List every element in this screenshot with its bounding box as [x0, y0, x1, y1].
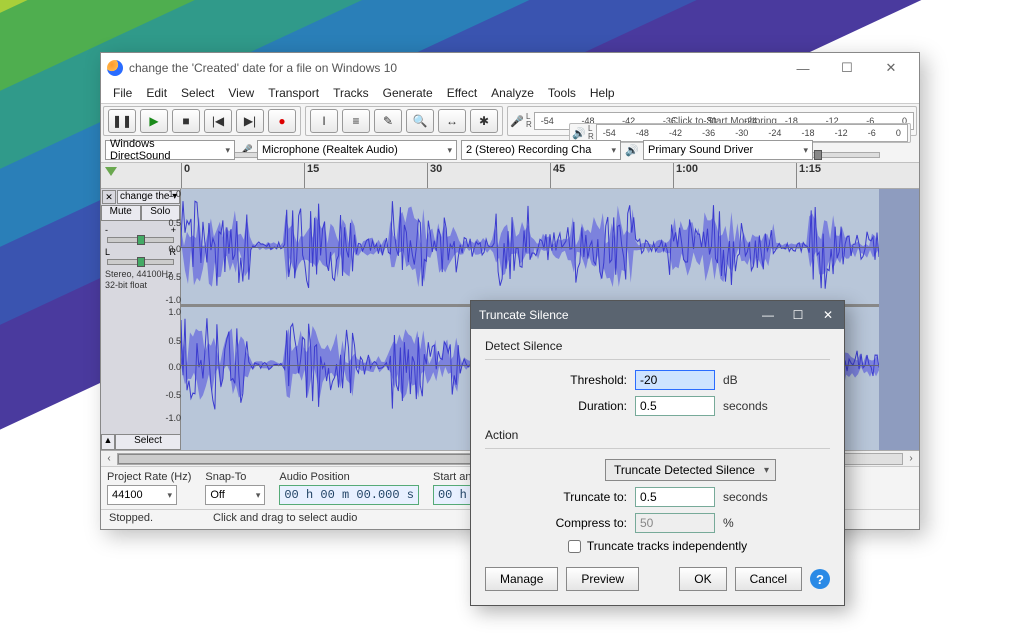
compress-to-label: Compress to:: [485, 516, 635, 530]
play-speaker-icon[interactable]: 🔊: [572, 127, 586, 140]
truncate-to-label: Truncate to:: [485, 490, 635, 504]
pan-slider[interactable]: [107, 259, 174, 265]
play-button[interactable]: ▶: [140, 109, 168, 133]
skip-end-button[interactable]: ▶|: [236, 109, 264, 133]
device-toolbar: Windows DirectSound 🎤 Microphone (Realte…: [101, 138, 919, 163]
menu-analyze[interactable]: Analyze: [485, 86, 540, 100]
playhead-pin-icon[interactable]: [105, 167, 117, 176]
project-rate-label: Project Rate (Hz): [107, 471, 191, 483]
cancel-button[interactable]: Cancel: [735, 567, 802, 591]
threshold-label: Threshold:: [485, 373, 635, 387]
threshold-unit: dB: [723, 373, 738, 387]
dialog-maximize-button[interactable]: ☐: [790, 308, 806, 322]
ok-button[interactable]: OK: [679, 567, 726, 591]
stop-button[interactable]: ■: [172, 109, 200, 133]
dialog-title: Truncate Silence: [479, 308, 569, 322]
selection-tool-icon[interactable]: I: [310, 109, 338, 133]
zoom-tool-icon[interactable]: 🔍: [406, 109, 434, 133]
pause-button[interactable]: ❚❚: [108, 109, 136, 133]
record-device-dropdown[interactable]: Microphone (Realtek Audio): [257, 140, 457, 160]
project-rate-dropdown[interactable]: 44100: [107, 485, 177, 505]
compress-to-input: [635, 513, 715, 533]
skip-start-button[interactable]: |◀: [204, 109, 232, 133]
close-button[interactable]: ✕: [869, 54, 913, 82]
duration-unit: seconds: [723, 399, 768, 413]
record-channels-dropdown[interactable]: 2 (Stereo) Recording Cha: [461, 140, 621, 160]
menu-tracks[interactable]: Tracks: [327, 86, 375, 100]
maximize-button[interactable]: ☐: [825, 54, 869, 82]
record-button[interactable]: ●: [268, 109, 296, 133]
app-icon: [107, 60, 123, 76]
audio-position-field[interactable]: 00 h 00 m 00.000 s: [279, 485, 419, 505]
track-vscroll-gutter: [879, 189, 919, 450]
window-title: change the 'Created' date for a file on …: [129, 61, 397, 75]
scroll-right-icon[interactable]: ›: [903, 453, 919, 464]
playback-device-dropdown[interactable]: Primary Sound Driver: [643, 140, 813, 160]
help-icon[interactable]: ?: [810, 569, 830, 589]
menubar: File Edit Select View Transport Tracks G…: [101, 83, 919, 103]
menu-edit[interactable]: Edit: [140, 86, 173, 100]
menu-generate[interactable]: Generate: [377, 86, 439, 100]
independent-checkbox[interactable]: [568, 540, 581, 553]
independent-checkbox-label[interactable]: Truncate tracks independently: [568, 539, 747, 553]
scroll-left-icon[interactable]: ‹: [101, 453, 117, 464]
playback-status: Stopped.: [109, 512, 153, 527]
meter-lr-label: LR: [526, 113, 532, 129]
detect-silence-group-label: Detect Silence: [485, 339, 830, 353]
dialog-minimize-button[interactable]: —: [760, 308, 776, 322]
track-collapse-icon[interactable]: ▲: [101, 434, 115, 450]
titlebar: change the 'Created' date for a file on …: [101, 53, 919, 83]
multi-tool-icon[interactable]: ✱: [470, 109, 498, 133]
timeline-ruler[interactable]: 01530451:001:15: [101, 163, 919, 189]
menu-help[interactable]: Help: [584, 86, 621, 100]
duration-input[interactable]: [635, 396, 715, 416]
draw-tool-icon[interactable]: ✎: [374, 109, 402, 133]
action-mode-dropdown[interactable]: Truncate Detected Silence: [605, 459, 776, 481]
menu-select[interactable]: Select: [175, 86, 220, 100]
truncate-to-input[interactable]: [635, 487, 715, 507]
menu-tools[interactable]: Tools: [542, 86, 582, 100]
dialog-close-button[interactable]: ✕: [820, 308, 836, 322]
duration-label: Duration:: [485, 399, 635, 413]
snap-to-dropdown[interactable]: Off: [205, 485, 265, 505]
mute-button[interactable]: Mute: [101, 205, 141, 221]
menu-file[interactable]: File: [107, 86, 138, 100]
preview-button[interactable]: Preview: [566, 567, 639, 591]
snap-to-label: Snap-To: [205, 471, 265, 483]
track-select-button[interactable]: Select: [115, 434, 181, 450]
audio-host-dropdown[interactable]: Windows DirectSound: [105, 140, 235, 160]
manage-button[interactable]: Manage: [485, 567, 558, 591]
status-hint: Click and drag to select audio: [213, 512, 357, 527]
track-close-button[interactable]: ✕: [102, 190, 116, 204]
menu-transport[interactable]: Transport: [262, 86, 325, 100]
mic-icon[interactable]: 🎤: [510, 115, 524, 128]
tools-toolbar: I ≡ ✎ 🔍 ↔ ✱: [305, 106, 503, 136]
compress-to-unit: %: [723, 516, 734, 530]
waveform-left-channel[interactable]: [181, 189, 879, 304]
minimize-button[interactable]: —: [781, 54, 825, 82]
device-speaker-icon: 🔊: [625, 144, 639, 157]
audio-position-label: Audio Position: [279, 471, 419, 483]
threshold-input[interactable]: [635, 370, 715, 390]
dialog-titlebar: Truncate Silence — ☐ ✕: [471, 301, 844, 329]
track-control-panel: ✕ change the ▾ Mute Solo -+ LR Stereo, 4…: [101, 189, 181, 450]
gain-slider[interactable]: [107, 237, 174, 243]
menu-view[interactable]: View: [222, 86, 260, 100]
timeshift-tool-icon[interactable]: ↔: [438, 109, 466, 133]
envelope-tool-icon[interactable]: ≡: [342, 109, 370, 133]
truncate-to-unit: seconds: [723, 490, 768, 504]
menu-effect[interactable]: Effect: [441, 86, 483, 100]
transport-toolbar: ❚❚ ▶ ■ |◀ ▶| ●: [103, 106, 301, 136]
action-group-label: Action: [485, 428, 830, 442]
truncate-silence-dialog: Truncate Silence — ☐ ✕ Detect Silence Th…: [470, 300, 845, 606]
